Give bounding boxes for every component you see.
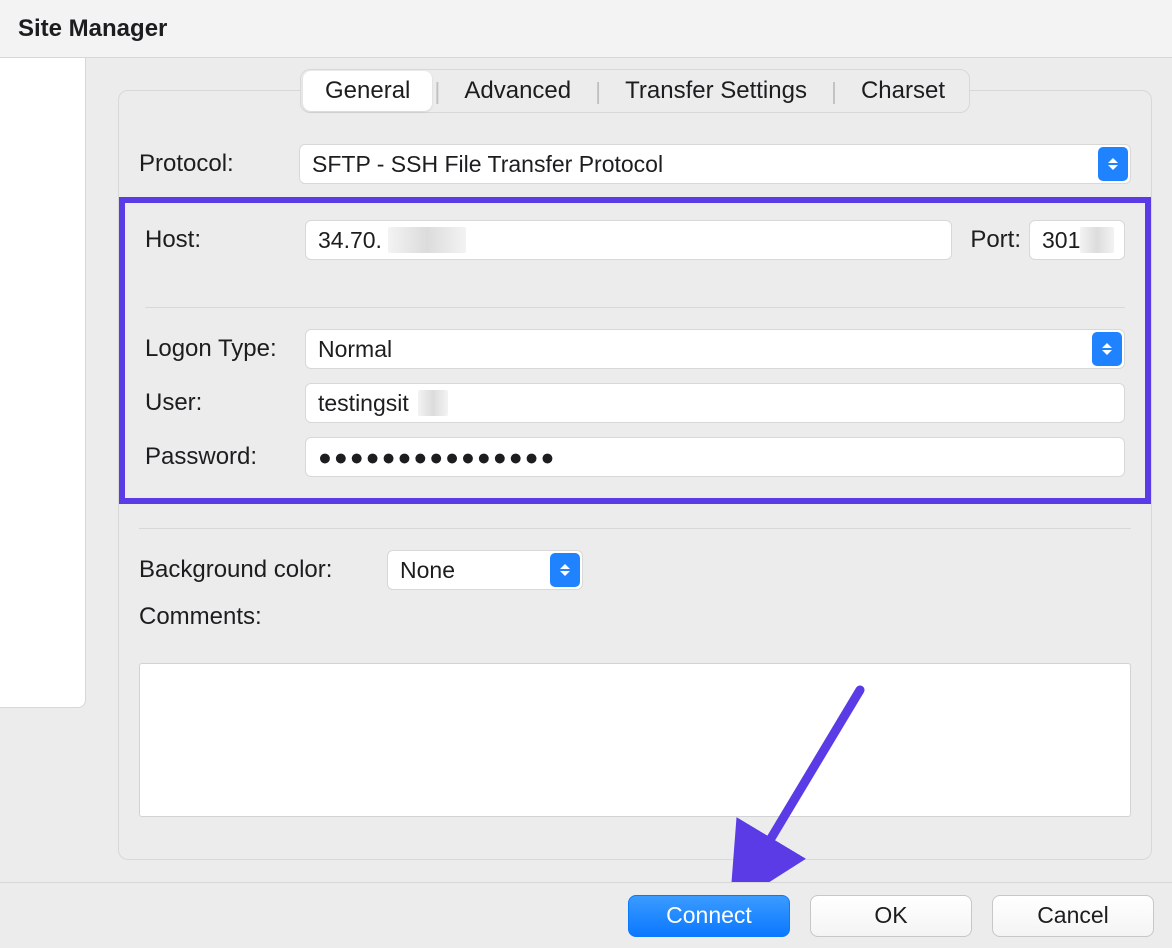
redaction-blur (388, 227, 466, 253)
tab-separator: | (593, 78, 603, 105)
port-value: 301 (1042, 227, 1080, 254)
logon-type-select[interactable]: Normal (305, 329, 1125, 369)
divider (145, 307, 1125, 308)
window-title-text: Site Manager (18, 15, 167, 43)
logon-type-label: Logon Type: (145, 335, 297, 363)
tab-transfer-label: Transfer Settings (625, 77, 807, 104)
tab-bar: General | Advanced | Transfer Settings |… (300, 69, 970, 113)
redaction-blur (418, 390, 448, 416)
protocol-value: SFTP - SSH File Transfer Protocol (312, 151, 663, 178)
password-input[interactable]: ●●●●●●●●●●●●●●● (305, 437, 1125, 477)
dropdown-arrows-icon (1098, 147, 1128, 181)
tab-advanced[interactable]: Advanced (442, 71, 593, 111)
tab-general-label: General (325, 77, 410, 104)
tab-separator: | (432, 78, 442, 105)
tab-separator: | (829, 78, 839, 105)
ok-button-label: OK (874, 902, 907, 929)
cancel-button-label: Cancel (1037, 902, 1109, 929)
annotation-highlight-box: Host: 34.70. Port: 301 Logon Type: (119, 197, 1151, 504)
background-color-label: Background color: (139, 556, 379, 584)
ok-button[interactable]: OK (810, 895, 972, 937)
port-input[interactable]: 301 (1029, 220, 1125, 260)
site-settings-panel: General | Advanced | Transfer Settings |… (118, 90, 1152, 860)
host-value: 34.70. (318, 227, 382, 254)
dropdown-arrows-icon (1092, 332, 1122, 366)
user-input[interactable]: testingsit (305, 383, 1125, 423)
connect-button[interactable]: Connect (628, 895, 790, 937)
dropdown-arrows-icon (550, 553, 580, 587)
divider (139, 528, 1131, 529)
connect-button-label: Connect (666, 902, 752, 929)
protocol-label: Protocol: (139, 150, 291, 178)
host-input[interactable]: 34.70. (305, 220, 952, 260)
tab-general[interactable]: General (303, 71, 432, 111)
user-value: testingsit (318, 390, 409, 417)
tab-transfer[interactable]: Transfer Settings (603, 71, 829, 111)
comments-label: Comments: (139, 603, 262, 631)
port-label: Port: (970, 226, 1021, 254)
comments-textarea[interactable] (139, 663, 1131, 817)
background-color-value: None (400, 557, 455, 584)
tab-charset-label: Charset (861, 77, 945, 104)
tab-advanced-label: Advanced (464, 77, 571, 104)
password-label: Password: (145, 443, 297, 471)
logon-type-value: Normal (318, 336, 392, 363)
window-title: Site Manager (0, 0, 1172, 58)
site-list-sidebar[interactable] (0, 58, 86, 708)
protocol-select[interactable]: SFTP - SSH File Transfer Protocol (299, 144, 1131, 184)
dialog-footer: Connect OK Cancel (0, 882, 1172, 948)
background-color-select[interactable]: None (387, 550, 583, 590)
user-label: User: (145, 389, 297, 417)
host-label: Host: (145, 226, 297, 254)
redaction-blur (1080, 227, 1114, 253)
tab-charset[interactable]: Charset (839, 71, 967, 111)
password-value: ●●●●●●●●●●●●●●● (318, 444, 556, 471)
cancel-button[interactable]: Cancel (992, 895, 1154, 937)
